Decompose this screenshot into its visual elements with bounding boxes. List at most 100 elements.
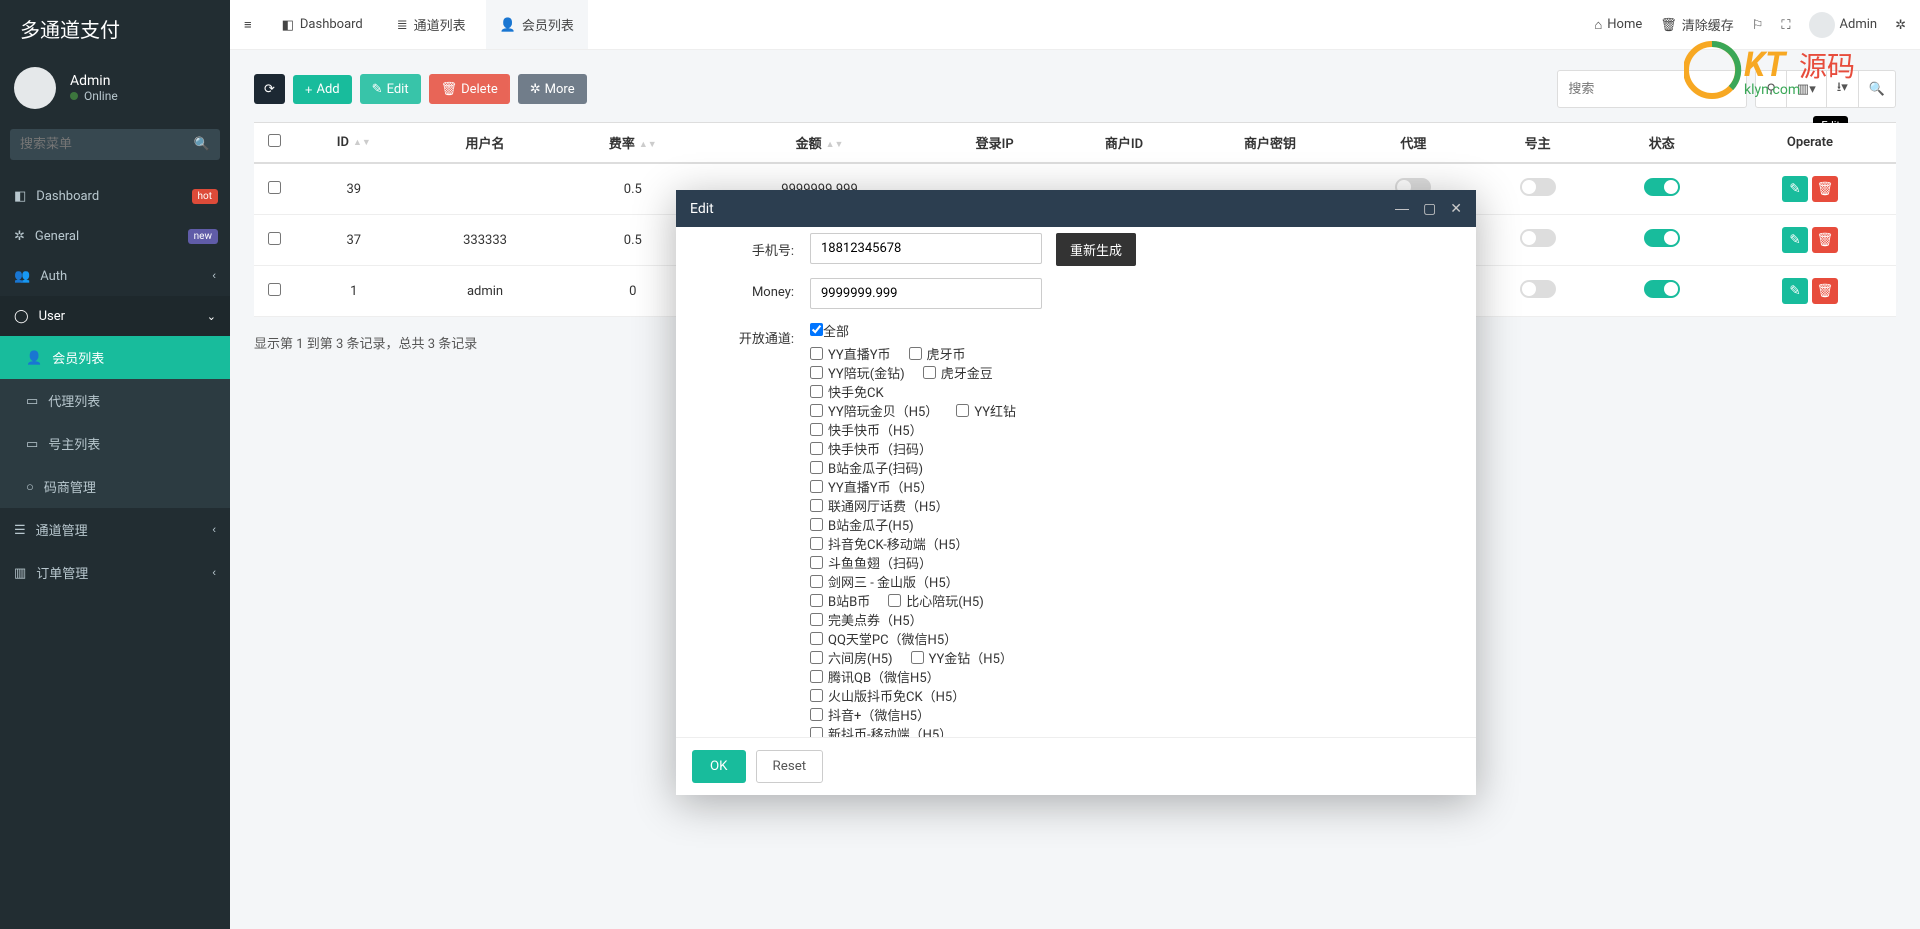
channel-checkbox-input[interactable]: [909, 347, 922, 360]
language-icon[interactable]: ⚐: [1752, 17, 1764, 33]
search-input[interactable]: [1557, 70, 1747, 108]
gears-icon[interactable]: ✲: [1895, 17, 1906, 33]
status-toggle[interactable]: [1644, 280, 1680, 298]
channel-checkbox[interactable]: QQ天堂PC（微信H5）: [810, 629, 957, 648]
channel-checkbox-input[interactable]: [923, 366, 936, 379]
money-input[interactable]: [810, 278, 1042, 309]
maximize-icon[interactable]: ▢: [1423, 200, 1436, 217]
channel-checkbox-input[interactable]: [810, 613, 823, 626]
common-search-button[interactable]: 🔍: [1859, 70, 1896, 108]
channel-checkbox-input[interactable]: [810, 366, 823, 379]
channel-checkbox[interactable]: 六间房(H5): [810, 648, 893, 667]
channel-checkbox-input[interactable]: [810, 727, 823, 737]
row-edit-button[interactable]: ✎: [1782, 227, 1808, 253]
channel-checkbox[interactable]: 腾讯QB（微信H5）: [810, 667, 940, 686]
channel-checkbox-input[interactable]: [810, 461, 823, 474]
channel-checkbox[interactable]: YY陪玩(金钻): [810, 363, 905, 382]
edit-button[interactable]: ✎Edit: [360, 74, 421, 104]
channel-checkbox-input[interactable]: [810, 632, 823, 645]
col-rate[interactable]: 费率▲▼: [557, 123, 710, 164]
sidebar-item-dashboard[interactable]: ◧ Dashboard hot: [0, 176, 230, 216]
channel-checkbox[interactable]: 剑网三 - 金山版（H5）: [810, 572, 959, 591]
sidebar-item-member-list[interactable]: 👤 会员列表: [0, 336, 230, 379]
channel-checkbox-input[interactable]: [810, 651, 823, 664]
select-all-checkbox[interactable]: [268, 134, 281, 147]
channel-checkbox-input[interactable]: [810, 518, 823, 531]
channel-checkbox-input[interactable]: [810, 537, 823, 550]
columns-button[interactable]: ▥▾: [1787, 70, 1827, 108]
channel-checkbox-input[interactable]: [810, 670, 823, 683]
row-delete-button[interactable]: 🗑: [1812, 227, 1838, 253]
channel-checkbox-input[interactable]: [810, 499, 823, 512]
sidebar-item-mashang[interactable]: ○ 码商管理: [0, 465, 230, 508]
col-username[interactable]: 用户名: [414, 123, 557, 164]
more-button[interactable]: ✲More: [518, 74, 587, 104]
channel-checkbox-input[interactable]: [810, 708, 823, 721]
channel-checkbox[interactable]: 快手快币（扫码）: [810, 439, 932, 458]
sidebar-item-haozhu-list[interactable]: ▭ 号主列表: [0, 422, 230, 465]
menu-toggle-icon[interactable]: ≡: [244, 17, 252, 32]
channel-checkbox[interactable]: 比心陪玩(H5): [888, 591, 984, 610]
haozhu-toggle[interactable]: [1520, 178, 1556, 196]
sidebar-item-order[interactable]: ▥ 订单管理 ‹: [0, 551, 230, 594]
channel-checkbox-input[interactable]: [810, 556, 823, 569]
channel-checkbox[interactable]: B站金瓜子(扫码): [810, 458, 923, 477]
export-button[interactable]: ⭳▾: [1827, 70, 1859, 108]
phone-input[interactable]: [810, 233, 1042, 264]
sidebar-item-agent-list[interactable]: ▭ 代理列表: [0, 379, 230, 422]
col-id[interactable]: ID▲▼: [294, 123, 414, 164]
minimize-icon[interactable]: —: [1395, 200, 1409, 217]
channel-checkbox[interactable]: 抖音+（微信H5）: [810, 705, 930, 724]
channel-checkbox[interactable]: 虎牙币: [909, 344, 966, 363]
sidebar-item-auth[interactable]: 👥 Auth ‹: [0, 256, 230, 296]
channel-checkbox-input[interactable]: [810, 575, 823, 588]
channel-checkbox-input[interactable]: [810, 480, 823, 493]
channel-checkbox[interactable]: 抖音免CK-移动端（H5）: [810, 534, 968, 553]
row-edit-button[interactable]: ✎: [1782, 176, 1808, 202]
channel-checkbox-input[interactable]: [810, 423, 823, 436]
magnify-button[interactable]: ⚲: [1755, 70, 1787, 108]
close-icon[interactable]: ✕: [1450, 200, 1462, 217]
clear-cache-link[interactable]: 🗑清除缓存: [1660, 15, 1734, 34]
sidebar-search-input[interactable]: [10, 129, 220, 160]
delete-button[interactable]: 🗑Delete: [429, 74, 510, 104]
fullscreen-icon[interactable]: ⛶: [1781, 17, 1790, 33]
row-edit-button[interactable]: ✎: [1782, 278, 1808, 304]
tab-dashboard[interactable]: ◧ Dashboard: [268, 2, 377, 48]
add-button[interactable]: +Add: [293, 75, 352, 104]
home-link[interactable]: ⌂Home: [1594, 17, 1642, 32]
channel-checkbox-input[interactable]: [810, 347, 823, 360]
regen-button[interactable]: 重新生成: [1056, 233, 1136, 266]
channel-checkbox-input[interactable]: [810, 442, 823, 455]
channel-checkbox-input[interactable]: [911, 651, 924, 664]
channel-checkbox[interactable]: B站B币: [810, 591, 870, 610]
search-icon[interactable]: 🔍: [194, 136, 210, 152]
channel-checkbox-input[interactable]: [810, 385, 823, 398]
channel-checkbox[interactable]: 联通网厅话费（H5）: [810, 496, 949, 515]
haozhu-toggle[interactable]: [1520, 280, 1556, 298]
tab-channel-list[interactable]: ≣ 通道列表: [383, 0, 480, 49]
channel-checkbox[interactable]: YY红钻: [956, 401, 1016, 420]
all-checkbox-input[interactable]: [810, 323, 823, 336]
channel-checkbox[interactable]: 完美点券（H5）: [810, 610, 923, 629]
row-delete-button[interactable]: 🗑: [1812, 176, 1838, 202]
channel-checkbox[interactable]: YY直播Y币（H5）: [810, 477, 933, 496]
channel-checkbox[interactable]: YY金钻（H5）: [911, 648, 1013, 667]
col-amount[interactable]: 金额▲▼: [709, 123, 930, 164]
channel-checkbox[interactable]: 虎牙金豆: [923, 363, 993, 382]
sidebar-item-channel[interactable]: ☰ 通道管理 ‹: [0, 508, 230, 551]
channel-checkbox-input[interactable]: [810, 404, 823, 417]
reset-button[interactable]: Reset: [756, 750, 824, 783]
row-checkbox[interactable]: [268, 283, 281, 296]
channel-checkbox[interactable]: B站金瓜子(H5): [810, 515, 914, 534]
sidebar-item-user[interactable]: ◯ User ⌄: [0, 296, 230, 336]
channel-checkbox[interactable]: YY陪玩金贝（H5）: [810, 401, 938, 420]
row-checkbox[interactable]: [268, 181, 281, 194]
tab-member-list[interactable]: 👤 会员列表: [486, 0, 588, 49]
channel-checkbox[interactable]: 斗鱼鱼翅（扫码）: [810, 553, 932, 572]
ok-button[interactable]: OK: [692, 750, 746, 783]
haozhu-toggle[interactable]: [1520, 229, 1556, 247]
channel-checkbox-input[interactable]: [956, 404, 969, 417]
topbar-user[interactable]: Admin: [1809, 12, 1878, 38]
row-delete-button[interactable]: 🗑: [1812, 278, 1838, 304]
